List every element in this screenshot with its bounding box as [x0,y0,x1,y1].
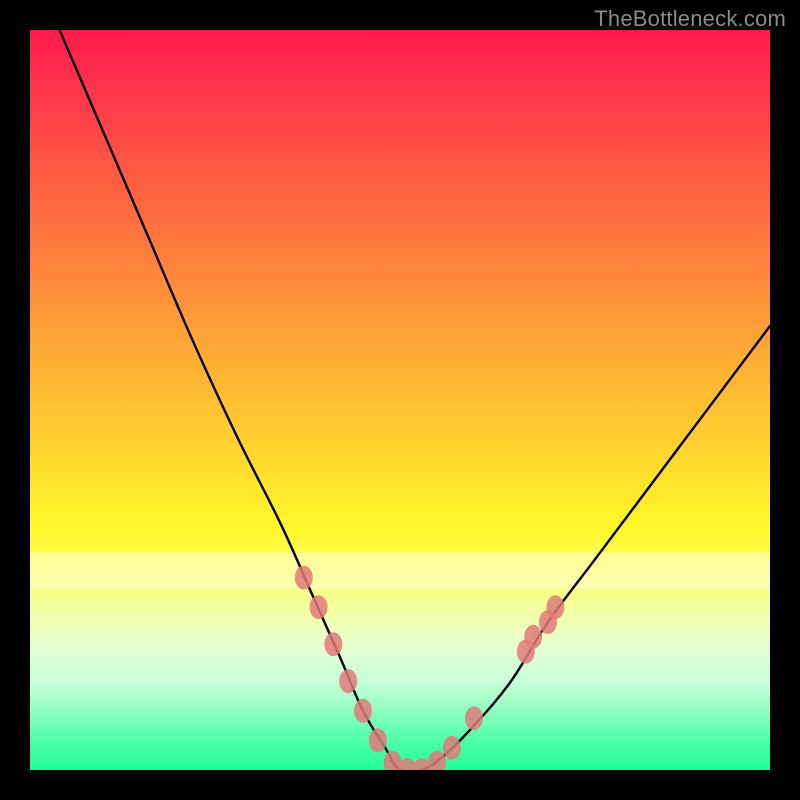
chart-frame: TheBottleneck.com [0,0,800,800]
highlight-dot [546,595,564,619]
plot-area [30,30,770,770]
highlight-dot [295,566,313,590]
highlight-dot [428,751,446,770]
highlight-dot [369,728,387,752]
watermark-text: TheBottleneck.com [594,6,786,32]
highlight-dots-group [295,566,565,770]
highlight-dot [443,736,461,760]
highlight-dot [524,625,542,649]
bottleneck-curve [60,30,770,770]
highlight-dot [310,595,328,619]
highlight-dot [339,669,357,693]
highlight-dot [354,699,372,723]
curve-svg [30,30,770,770]
highlight-dot [465,706,483,730]
highlight-dot [324,632,342,656]
